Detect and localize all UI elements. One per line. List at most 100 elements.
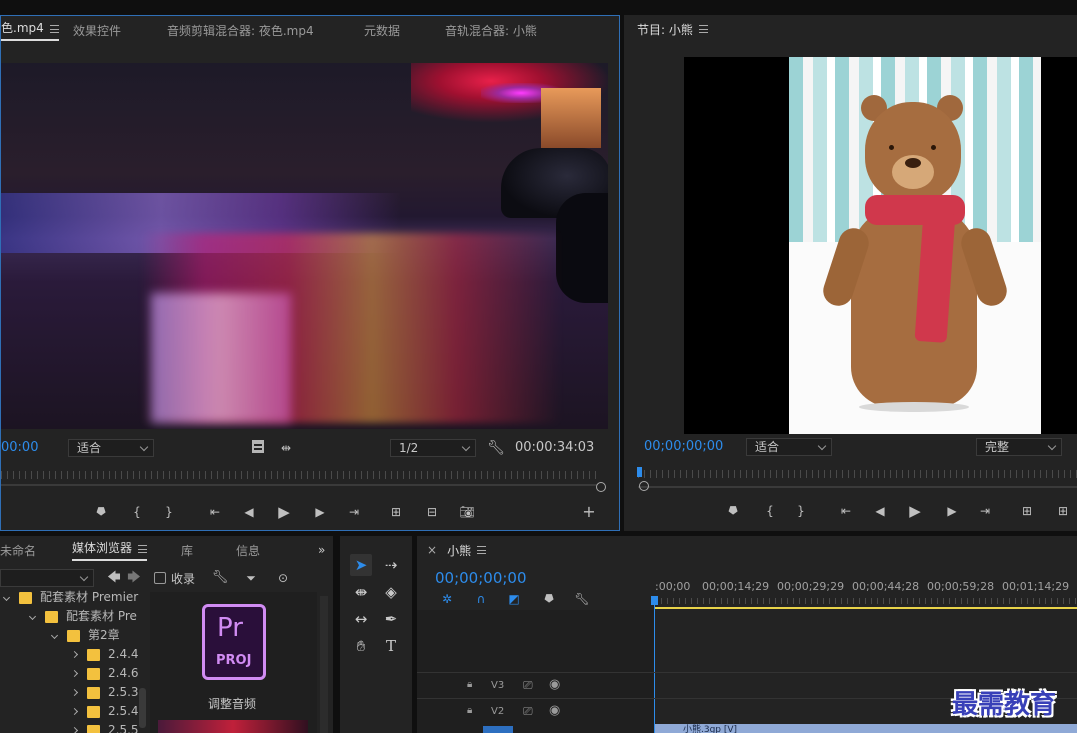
collapse-icon[interactable] [70, 726, 79, 733]
thumbnail-scrollbar[interactable] [320, 596, 328, 733]
mark-in-icon[interactable]: { [127, 504, 147, 520]
razor-tool-icon[interactable]: ◈ [380, 581, 402, 603]
tree-item[interactable]: 2.5.4 [70, 702, 139, 720]
step-forward-icon[interactable]: ▶︎ [310, 504, 330, 520]
location-dropdown[interactable] [0, 569, 94, 587]
snap-icon[interactable]: ∩ [471, 591, 491, 607]
collapse-icon[interactable] [70, 707, 79, 716]
timeline-timecode[interactable]: 00;00;00;00 [435, 569, 527, 587]
tree-item[interactable]: 2.4.4 [70, 645, 139, 663]
sync-lock-icon[interactable]: ⎚ [523, 678, 533, 693]
tab-metadata[interactable]: 元数据 [364, 22, 400, 39]
track-row-v1-header[interactable] [483, 726, 513, 733]
program-panel-menu-icon[interactable] [698, 25, 708, 33]
source-fit-dropdown[interactable]: 适合 [68, 439, 154, 457]
type-tool-icon[interactable]: T [380, 635, 402, 657]
go-to-out-icon[interactable]: ⇥ [344, 504, 364, 520]
program-fit-dropdown[interactable]: 适合 [746, 438, 832, 456]
program-scrub-bar[interactable] [638, 486, 1077, 488]
program-step-back-icon[interactable]: ◀︎ [870, 503, 890, 519]
slip-tool-icon[interactable]: ↔ [350, 608, 372, 630]
collapse-icon[interactable] [70, 669, 79, 678]
expand-icon[interactable] [50, 631, 59, 640]
lock-icon[interactable]: 🔒︎ [467, 679, 472, 690]
lock-icon[interactable]: 🔒︎ [467, 705, 472, 716]
program-mark-in-icon[interactable]: { [760, 503, 780, 519]
close-sequence-icon[interactable]: × [427, 543, 437, 557]
pr-project-icon[interactable]: Pr PROJ [202, 604, 266, 680]
pen-tool-icon[interactable]: ✒ [380, 608, 402, 630]
lift-icon[interactable]: ⊞ [1017, 503, 1037, 519]
tab-program[interactable]: 节目: 小熊 [637, 21, 693, 38]
program-go-to-out-icon[interactable]: ⇥ [975, 503, 995, 519]
hand-tool-icon[interactable]: ✋︎ [350, 635, 372, 657]
source-resolution-dropdown[interactable]: 1/2 [390, 439, 476, 457]
tree-item[interactable]: 配套素材 Premier [2, 588, 138, 606]
tree-item[interactable]: 2.4.6 [70, 664, 139, 682]
overwrite-icon[interactable]: ⊟ [422, 504, 442, 520]
go-to-in-icon[interactable]: ⇤ [205, 504, 225, 520]
media-panel-menu-icon[interactable] [138, 544, 148, 553]
program-go-to-in-icon[interactable]: ⇤ [836, 503, 856, 519]
clip-icon[interactable] [252, 440, 264, 453]
tab-sequence[interactable]: 小熊 [447, 542, 471, 559]
tree-item[interactable]: 2.5.5 [70, 721, 139, 733]
source-timeline-ruler[interactable] [1, 471, 597, 479]
tab-audio-track-mixer[interactable]: 音轨混合器: 小熊 [445, 22, 537, 39]
program-mark-out-icon[interactable]: } [791, 503, 811, 519]
timeline-work-area-bar[interactable] [655, 607, 1077, 609]
tab-library[interactable]: 库 [181, 542, 193, 559]
eye-icon[interactable]: ◉ [549, 677, 560, 692]
program-playhead-marker[interactable] [637, 467, 642, 477]
back-arrow-icon[interactable]: 🡄 [104, 570, 124, 586]
collapse-icon[interactable] [70, 688, 79, 697]
collapse-icon[interactable] [70, 650, 79, 659]
tab-source[interactable]: 色.mp4 [1, 19, 59, 41]
expand-icon[interactable] [28, 612, 37, 621]
tab-info[interactable]: 信息 [236, 542, 260, 559]
panel-overflow-icon[interactable]: » [318, 543, 325, 557]
source-scrub-end-handle[interactable] [596, 482, 606, 492]
ripple-edit-tool-icon[interactable]: ⇼ [350, 581, 372, 603]
play-icon[interactable]: ▶︎ [274, 504, 294, 520]
timeline-settings-icon[interactable]: 🔧︎ [572, 591, 592, 607]
mark-out-icon[interactable]: } [159, 504, 179, 520]
program-scrub-start-handle[interactable] [639, 481, 649, 491]
forward-arrow-icon[interactable]: 🡆 [124, 570, 144, 586]
eye-icon[interactable]: ◉ [549, 703, 560, 718]
program-quality-dropdown[interactable]: 完整 [976, 438, 1062, 456]
program-add-marker-icon[interactable]: ⯂ [722, 503, 742, 519]
tree-item[interactable]: 第2章 [50, 626, 120, 644]
selection-tool-icon[interactable]: ➤ [350, 554, 372, 576]
tree-scrollbar[interactable] [139, 688, 146, 728]
source-scrub-bar[interactable] [1, 484, 597, 486]
export-frame-icon[interactable]: 📷︎ [457, 504, 477, 520]
program-step-forward-icon[interactable]: ▶︎ [942, 503, 962, 519]
insert-icon[interactable]: ⊞ [386, 504, 406, 520]
panel-menu-icon[interactable] [49, 24, 59, 33]
timeline-ruler[interactable]: :00;00 00;00;14;29 00;00;29;29 00;00;44;… [655, 574, 1077, 608]
track-select-tool-icon[interactable]: ⇢ [380, 554, 402, 576]
tree-item[interactable]: 2.5.3 [70, 683, 139, 701]
add-button-icon[interactable]: + [579, 504, 599, 520]
insert-overlay-icon[interactable]: ⇹ [276, 440, 296, 456]
timeline-panel-menu-icon[interactable] [477, 546, 487, 554]
filter-icon[interactable]: ⏷ [241, 570, 261, 586]
expand-icon[interactable] [2, 593, 11, 602]
program-play-icon[interactable]: ▶︎ [905, 503, 925, 519]
tab-media-browser[interactable]: 媒体浏览器 [72, 539, 148, 561]
video-clip[interactable]: 小熊.3gp [V] [655, 724, 1077, 733]
favorites-checkbox[interactable] [154, 572, 166, 584]
next-thumbnail[interactable] [158, 720, 308, 733]
add-marker-icon[interactable]: ⯂ [90, 504, 110, 520]
tab-effect-controls[interactable]: 效果控件 [73, 22, 121, 39]
source-timecode-in[interactable]: 00:00 [1, 440, 38, 455]
nest-sequence-icon[interactable]: ✲ [437, 591, 457, 607]
settings-wrench-icon[interactable]: 🔧︎ [210, 570, 230, 586]
program-timecode[interactable]: 00;00;00;00 [644, 439, 723, 454]
sync-lock-icon[interactable]: ⎚ [523, 704, 533, 719]
step-back-icon[interactable]: ◀︎ [239, 504, 259, 520]
wrench-icon[interactable]: 🔧︎ [486, 440, 506, 456]
tab-project[interactable]: 未命名 [0, 542, 36, 559]
tree-item[interactable]: 配套素材 Pre [28, 607, 137, 625]
